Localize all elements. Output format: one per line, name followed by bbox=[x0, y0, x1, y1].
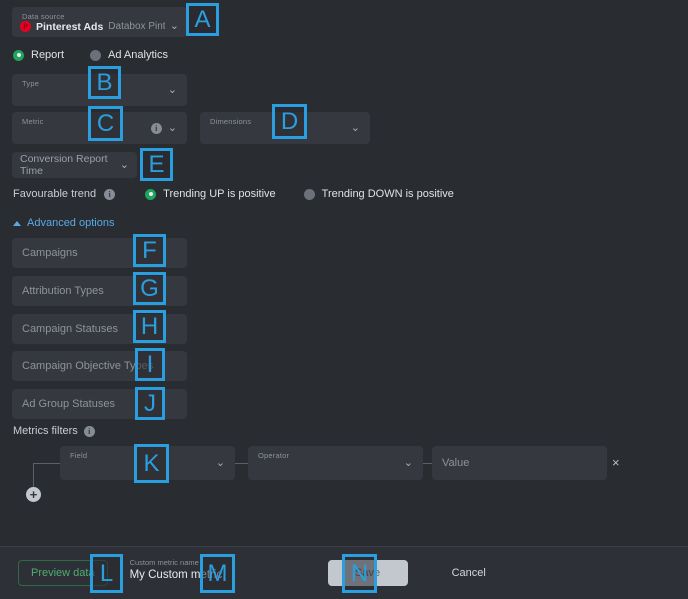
info-icon[interactable]: i bbox=[83, 425, 95, 437]
dimensions-label: Dimensions bbox=[210, 117, 252, 126]
pinterest-icon bbox=[20, 21, 31, 32]
radio-ad-analytics-label: Ad Analytics bbox=[108, 49, 168, 61]
attribution-types-label: Attribution Types bbox=[22, 285, 104, 297]
campaign-objective-types-label: Campaign Objective Types bbox=[22, 360, 154, 372]
radio-report[interactable]: Report bbox=[13, 49, 64, 61]
conversion-report-time-label: Conversion Report Time bbox=[20, 153, 108, 177]
radio-trending-down[interactable]: Trending DOWN is positive bbox=[303, 188, 454, 200]
advanced-options-toggle[interactable]: Advanced options bbox=[13, 217, 114, 229]
favourable-trend-row: Favourable trend i Trending UP is positi… bbox=[13, 188, 454, 200]
radio-report-indicator bbox=[13, 49, 24, 61]
ad-group-statuses-select[interactable]: Ad Group Statuses bbox=[12, 389, 187, 419]
chevron-down-icon: ⌄ bbox=[215, 456, 225, 469]
metric-select[interactable]: Metric i ⌄ bbox=[12, 112, 187, 144]
annotation-box-a: A bbox=[186, 3, 219, 36]
filter-connector-horizontal bbox=[33, 463, 61, 464]
metrics-filters-label-row: Metrics filters i bbox=[13, 425, 95, 437]
favourable-trend-label: Favourable trend bbox=[13, 188, 97, 200]
type-label: Type bbox=[22, 79, 40, 88]
info-icon[interactable]: i bbox=[150, 122, 162, 134]
campaign-statuses-label: Campaign Statuses bbox=[22, 323, 118, 335]
close-icon: × bbox=[612, 455, 620, 470]
chevron-up-icon bbox=[13, 220, 21, 226]
preview-data-button[interactable]: Preview data bbox=[18, 560, 108, 586]
annotation-box-e: E bbox=[140, 148, 173, 181]
filter-connector-mid-1 bbox=[235, 463, 248, 464]
custom-metric-name-input[interactable]: Custom metric name My Custom metric bbox=[130, 556, 280, 590]
filter-field-select[interactable]: Field ⌄ bbox=[60, 446, 235, 480]
chevron-down-icon: ⌄ bbox=[167, 121, 177, 134]
filter-operator-label: Operator bbox=[258, 451, 290, 460]
radio-trending-up[interactable]: Trending UP is positive bbox=[145, 188, 276, 200]
data-source-name: Pinterest Ads bbox=[36, 20, 104, 33]
radio-trending-down-indicator bbox=[303, 188, 315, 200]
radio-trending-up-label: Trending UP is positive bbox=[163, 188, 276, 200]
custom-metric-name-label: Custom metric name bbox=[129, 558, 199, 567]
campaigns-select[interactable]: Campaigns bbox=[12, 238, 187, 268]
type-select[interactable]: Type ⌄ bbox=[12, 74, 187, 106]
info-icon[interactable]: i bbox=[104, 188, 116, 200]
data-source-account: Databox Pinterest ... bbox=[108, 21, 165, 32]
filter-value-placeholder: Value bbox=[442, 457, 470, 469]
data-source-label: Data source bbox=[22, 12, 65, 21]
chevron-down-icon: ⌄ bbox=[167, 83, 177, 96]
radio-report-label: Report bbox=[31, 49, 65, 61]
chevron-down-icon: ⌄ bbox=[119, 158, 129, 171]
radio-ad-analytics[interactable]: Ad Analytics bbox=[90, 49, 168, 61]
filter-connector-mid-2 bbox=[423, 463, 432, 464]
data-source-select[interactable]: Data source Pinterest Ads Databox Pinter… bbox=[12, 7, 187, 37]
chevron-down-icon: ⌄ bbox=[169, 20, 179, 32]
chevron-down-icon: ⌄ bbox=[403, 456, 413, 469]
campaigns-label: Campaigns bbox=[22, 247, 78, 259]
add-filter-label: + bbox=[29, 487, 38, 502]
attribution-types-select[interactable]: Attribution Types bbox=[12, 276, 187, 306]
radio-trending-down-label: Trending DOWN is positive bbox=[321, 188, 454, 200]
filter-operator-select[interactable]: Operator ⌄ bbox=[248, 446, 423, 480]
campaign-statuses-select[interactable]: Campaign Statuses bbox=[12, 314, 187, 344]
custom-metric-name-value: My Custom metric bbox=[129, 569, 223, 581]
mode-radio-group: Report Ad Analytics bbox=[13, 49, 168, 61]
add-filter-button[interactable]: + bbox=[26, 487, 41, 502]
campaign-objective-types-select[interactable]: Campaign Objective Types bbox=[12, 351, 187, 381]
filter-field-label: Field bbox=[70, 451, 88, 460]
cancel-button[interactable]: Cancel bbox=[446, 566, 492, 580]
radio-ad-analytics-indicator bbox=[90, 49, 102, 61]
save-button[interactable]: Save bbox=[327, 560, 408, 586]
metric-label: Metric bbox=[22, 117, 44, 126]
ad-group-statuses-label: Ad Group Statuses bbox=[22, 398, 115, 410]
bottom-action-bar: Preview data Custom metric name My Custo… bbox=[0, 546, 688, 599]
conversion-report-time-select[interactable]: Conversion Report Time ⌄ bbox=[12, 152, 137, 178]
advanced-options-label: Advanced options bbox=[27, 217, 115, 229]
dimensions-select[interactable]: Dimensions ⌄ bbox=[200, 112, 370, 144]
radio-trending-up-indicator bbox=[145, 188, 157, 200]
chevron-down-icon: ⌄ bbox=[350, 121, 360, 134]
filter-value-input[interactable]: Value bbox=[432, 446, 607, 480]
metrics-filters-label: Metrics filters bbox=[13, 425, 78, 437]
remove-filter-button[interactable]: × bbox=[612, 456, 620, 469]
